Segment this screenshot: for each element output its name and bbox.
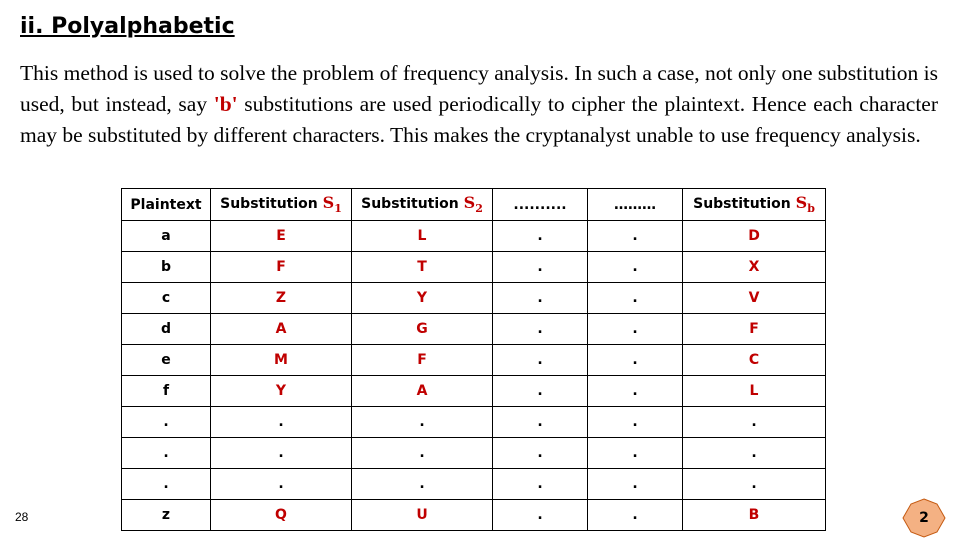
- table-row: fYA..L: [121, 375, 826, 407]
- symbol-s1: S1: [322, 193, 342, 216]
- sb-cell: D: [682, 220, 826, 252]
- substitution-table: Plaintext Substitution S1 Substitution S…: [121, 188, 826, 531]
- s2-cell: T: [351, 251, 493, 283]
- s1-cell: .: [210, 406, 352, 438]
- dots-cell: .: [587, 282, 683, 314]
- description-paragraph: This method is used to solve the problem…: [20, 58, 938, 151]
- dots-cell: .: [492, 437, 588, 469]
- symbol-sb: Sb: [795, 193, 815, 216]
- table-row: eMF..C: [121, 344, 826, 376]
- header-ellipsis-1: ..........: [492, 188, 588, 221]
- sb-cell: .: [682, 406, 826, 438]
- dots-cell: .: [492, 282, 588, 314]
- sb-cell: V: [682, 282, 826, 314]
- plain-cell: a: [121, 220, 211, 252]
- s2-cell: L: [351, 220, 493, 252]
- s2-cell: F: [351, 344, 493, 376]
- slide-number-badge: 2: [902, 498, 946, 538]
- sb-cell: .: [682, 437, 826, 469]
- sb-cell: L: [682, 375, 826, 407]
- plain-cell: b: [121, 251, 211, 283]
- dots-cell: .: [492, 375, 588, 407]
- slide-title: ii. Polyalphabetic: [20, 14, 235, 39]
- s1-cell: A: [210, 313, 352, 345]
- dots-cell: .: [492, 251, 588, 283]
- sb-cell: X: [682, 251, 826, 283]
- s2-cell: Y: [351, 282, 493, 314]
- plain-cell: .: [121, 468, 211, 500]
- s1-cell: .: [210, 468, 352, 500]
- table-row: ......: [121, 406, 826, 438]
- plain-cell: c: [121, 282, 211, 314]
- s2-cell: .: [351, 406, 493, 438]
- dots-cell: .: [587, 220, 683, 252]
- slide-number: 2: [919, 510, 929, 526]
- plain-cell: d: [121, 313, 211, 345]
- dots-cell: .: [587, 499, 683, 531]
- table-row: zQU..B: [121, 499, 826, 531]
- dots-cell: .: [492, 344, 588, 376]
- dots-cell: .: [587, 251, 683, 283]
- sb-cell: .: [682, 468, 826, 500]
- s2-cell: .: [351, 468, 493, 500]
- dots-cell: .: [587, 406, 683, 438]
- s2-cell: U: [351, 499, 493, 531]
- table-header-row: Plaintext Substitution S1 Substitution S…: [121, 188, 826, 221]
- plain-cell: z: [121, 499, 211, 531]
- header-substitution-b: Substitution Sb: [682, 188, 826, 221]
- plain-cell: e: [121, 344, 211, 376]
- dots-cell: .: [587, 468, 683, 500]
- header-plaintext: Plaintext: [121, 188, 211, 221]
- header-ellipsis-2: ………: [587, 188, 683, 221]
- dots-cell: .: [587, 437, 683, 469]
- sb-cell: B: [682, 499, 826, 531]
- plain-cell: f: [121, 375, 211, 407]
- dots-cell: .: [492, 406, 588, 438]
- dots-cell: .: [587, 375, 683, 407]
- dots-cell: .: [587, 313, 683, 345]
- page-number: 28: [15, 510, 29, 524]
- header-substitution-1: Substitution S1: [210, 188, 352, 221]
- s1-cell: Y: [210, 375, 352, 407]
- table-row: cZY..V: [121, 282, 826, 314]
- s1-cell: .: [210, 437, 352, 469]
- table-row: ......: [121, 437, 826, 469]
- s1-cell: Q: [210, 499, 352, 531]
- s1-cell: Z: [210, 282, 352, 314]
- dots-cell: .: [492, 220, 588, 252]
- table-row: ......: [121, 468, 826, 500]
- table-row: aEL..D: [121, 220, 826, 252]
- header-substitution-2: Substitution S2: [351, 188, 493, 221]
- dots-cell: .: [492, 468, 588, 500]
- table-row: bFT..X: [121, 251, 826, 283]
- s1-cell: M: [210, 344, 352, 376]
- sb-cell: C: [682, 344, 826, 376]
- sb-cell: F: [682, 313, 826, 345]
- s1-cell: F: [210, 251, 352, 283]
- dots-cell: .: [587, 344, 683, 376]
- symbol-s2: S2: [463, 193, 483, 216]
- plain-cell: .: [121, 437, 211, 469]
- table-row: dAG..F: [121, 313, 826, 345]
- plain-cell: .: [121, 406, 211, 438]
- dots-cell: .: [492, 499, 588, 531]
- s2-cell: .: [351, 437, 493, 469]
- s2-cell: G: [351, 313, 493, 345]
- highlighted-b: 'b': [213, 92, 238, 116]
- s2-cell: A: [351, 375, 493, 407]
- dots-cell: .: [492, 313, 588, 345]
- s1-cell: E: [210, 220, 352, 252]
